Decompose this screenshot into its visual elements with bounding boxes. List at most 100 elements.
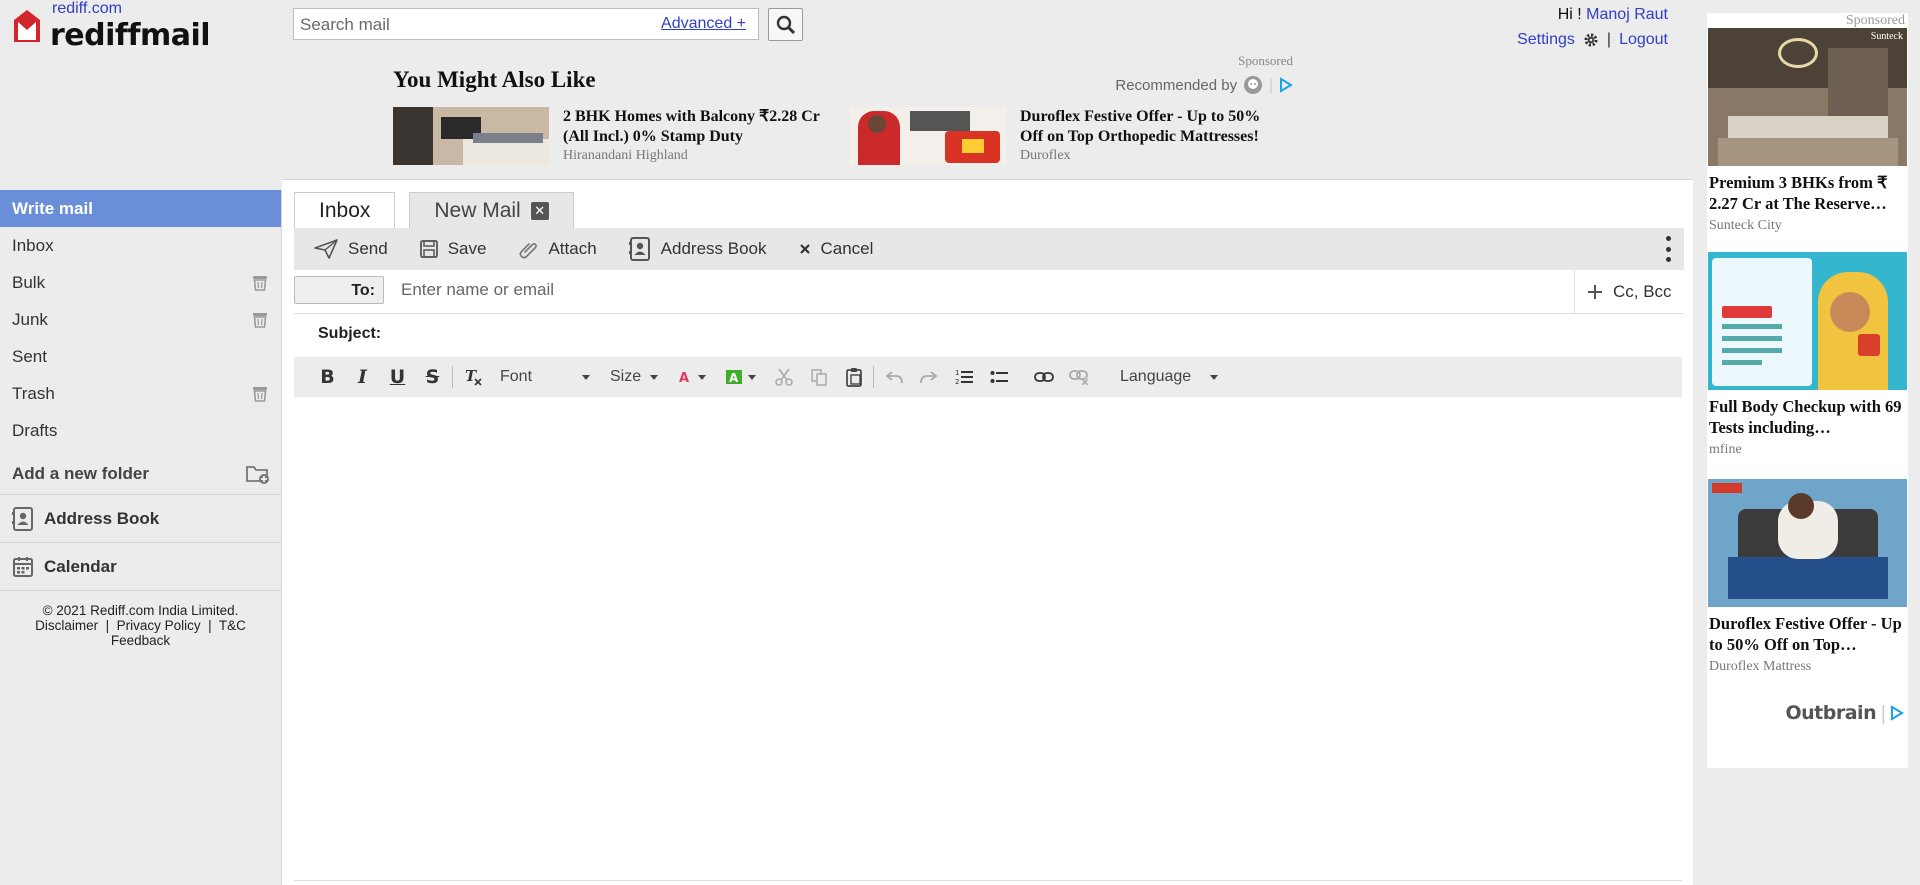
subject-input[interactable] — [402, 322, 1672, 348]
paper-plane-icon — [314, 239, 338, 259]
clear-format-button[interactable]: T — [455, 361, 490, 393]
svg-text:2: 2 — [955, 378, 959, 386]
paste-button[interactable] — [836, 361, 871, 393]
more-options-icon[interactable] — [1664, 236, 1672, 262]
undo-button[interactable] — [876, 361, 911, 393]
settings-link[interactable]: Settings — [1517, 29, 1575, 50]
trash-bin-icon[interactable] — [251, 385, 269, 403]
adchoices-icon — [1891, 705, 1904, 721]
tab-bar: Inbox New Mail ✕ — [294, 192, 574, 228]
floppy-disk-icon — [419, 240, 438, 258]
reco-item[interactable]: 2 BHK Homes with Balcony ₹2.28 Cr (All I… — [393, 107, 823, 167]
size-dropdown[interactable]: Size — [600, 368, 668, 386]
text-color-button[interactable]: A — [668, 370, 716, 384]
search-button[interactable] — [768, 8, 803, 41]
calendar-label: Calendar — [44, 556, 117, 576]
font-dropdown[interactable]: Font — [490, 368, 600, 386]
numbered-list-button[interactable]: 1 2 — [946, 361, 981, 393]
bold-button[interactable]: B — [310, 361, 345, 393]
to-input[interactable] — [401, 280, 1201, 300]
sidebar-address-book[interactable]: Address Book — [0, 495, 281, 543]
trash-bin-icon[interactable] — [251, 274, 269, 292]
reco-image-mattress — [850, 107, 1006, 165]
sidebar-calendar[interactable]: Calendar — [0, 543, 281, 591]
write-mail-button[interactable]: Write mail — [0, 190, 281, 227]
username-link[interactable]: Manoj Raut — [1586, 6, 1668, 23]
search-input[interactable] — [300, 13, 640, 37]
close-tab-icon[interactable]: ✕ — [530, 201, 549, 220]
chevron-down-icon — [1210, 374, 1218, 380]
privacy-policy-link[interactable]: Privacy Policy — [117, 618, 201, 633]
save-button[interactable]: Save — [419, 239, 486, 259]
svg-text:A: A — [729, 371, 739, 385]
tab-label: Inbox — [319, 198, 371, 222]
insert-link-button[interactable] — [1026, 361, 1061, 393]
rediffmail-logo[interactable]: rediff.com rediffmail — [12, 0, 212, 60]
sidebar-item-drafts[interactable]: Drafts — [0, 412, 281, 449]
unlink-button[interactable] — [1061, 361, 1096, 393]
ad-item[interactable]: Full Body Checkup with 69 Tests includin… — [1708, 252, 1907, 458]
sidebar-item-junk[interactable]: Junk — [0, 301, 281, 338]
bg-color-button[interactable]: A — [716, 369, 766, 385]
address-book-icon — [12, 506, 33, 531]
folder-label: Sent — [12, 346, 47, 366]
underline-button[interactable]: U — [380, 361, 415, 393]
sidebar-item-bulk[interactable]: Bulk — [0, 264, 281, 301]
subject-row: Subject: — [294, 314, 1684, 356]
bullet-list-icon — [990, 371, 1008, 383]
add-folder-row[interactable]: Add a new folder — [0, 453, 281, 495]
tab-label: New Mail — [434, 198, 521, 222]
rediff-site-link[interactable]: rediff.com — [52, 0, 122, 18]
sidebar-item-trash[interactable]: Trash — [0, 375, 281, 412]
tab-new-mail[interactable]: New Mail ✕ — [409, 192, 574, 228]
trash-bin-icon[interactable] — [251, 311, 269, 329]
separator: | — [1606, 31, 1612, 48]
bullet-list-button[interactable] — [981, 361, 1016, 393]
address-book-button[interactable]: Address Book — [628, 237, 767, 261]
sidebar: Write mail Inbox Bulk Junk Sent Trash Dr… — [0, 190, 282, 885]
italic-button[interactable]: I — [345, 361, 380, 393]
folder-label: Junk — [12, 309, 48, 329]
strikethrough-button[interactable]: S — [415, 361, 450, 393]
folder-label: Trash — [12, 383, 55, 403]
format-toolbar: B I U S T Font Size A A 1 2 Language — [294, 357, 1682, 397]
outbrain-badge[interactable]: Outbrain | — [1786, 702, 1905, 724]
outbrain-label: Outbrain — [1785, 702, 1877, 724]
greeting-text: Hi ! — [1557, 6, 1582, 23]
reco-item[interactable]: Duroflex Festive Offer - Up to 50% Off o… — [850, 107, 1280, 167]
send-button[interactable]: Send — [314, 239, 388, 259]
logout-link[interactable]: Logout — [1619, 29, 1668, 50]
recommended-by[interactable]: Recommended by | — [1115, 75, 1293, 95]
svg-text:1: 1 — [955, 369, 959, 377]
add-folder-icon[interactable] — [245, 462, 271, 486]
cc-bcc-button[interactable]: Cc, Bcc — [1574, 270, 1684, 313]
language-dropdown[interactable]: Language — [1110, 368, 1228, 386]
sidebar-item-sent[interactable]: Sent — [0, 338, 281, 375]
ad-source: Duroflex Mattress — [1709, 659, 1812, 674]
gear-icon[interactable] — [1583, 32, 1599, 48]
ad-title: Premium 3 BHKs from ₹ 2.27 Cr at The Res… — [1709, 173, 1888, 213]
reco-item-source: Hiranandani Highland — [563, 148, 688, 163]
ad-brand-corner: Sunteck — [1870, 31, 1903, 42]
advanced-search-link[interactable]: Advanced + — [661, 15, 746, 33]
sidebar-item-inbox[interactable]: Inbox — [0, 227, 281, 264]
ad-item[interactable]: Duroflex Festive Offer - Up to 50% Off o… — [1708, 479, 1907, 675]
message-body-editor[interactable] — [294, 397, 1682, 881]
ad-title: Full Body Checkup with 69 Tests includin… — [1709, 397, 1902, 437]
attach-button[interactable]: Attach — [518, 239, 597, 259]
disclaimer-link[interactable]: Disclaimer — [35, 618, 98, 633]
cut-button[interactable] — [766, 361, 801, 393]
to-button[interactable]: To: — [294, 276, 384, 304]
ad-source: mfine — [1709, 442, 1742, 457]
address-book-icon — [628, 237, 650, 261]
ad-item[interactable]: Sunteck Premium 3 BHKs from ₹ 2.27 Cr at… — [1708, 28, 1907, 234]
ad-source: Sunteck City — [1709, 218, 1782, 233]
ad-image-living-room: Sunteck — [1708, 28, 1907, 166]
tnc-link[interactable]: T&C — [219, 618, 246, 633]
copy-button[interactable] — [801, 361, 836, 393]
folder-label: Bulk — [12, 272, 46, 292]
tab-inbox[interactable]: Inbox — [294, 192, 396, 228]
redo-button[interactable] — [911, 361, 946, 393]
feedback-link[interactable]: Feedback — [111, 633, 170, 648]
cancel-button[interactable]: Cancel — [799, 239, 873, 259]
